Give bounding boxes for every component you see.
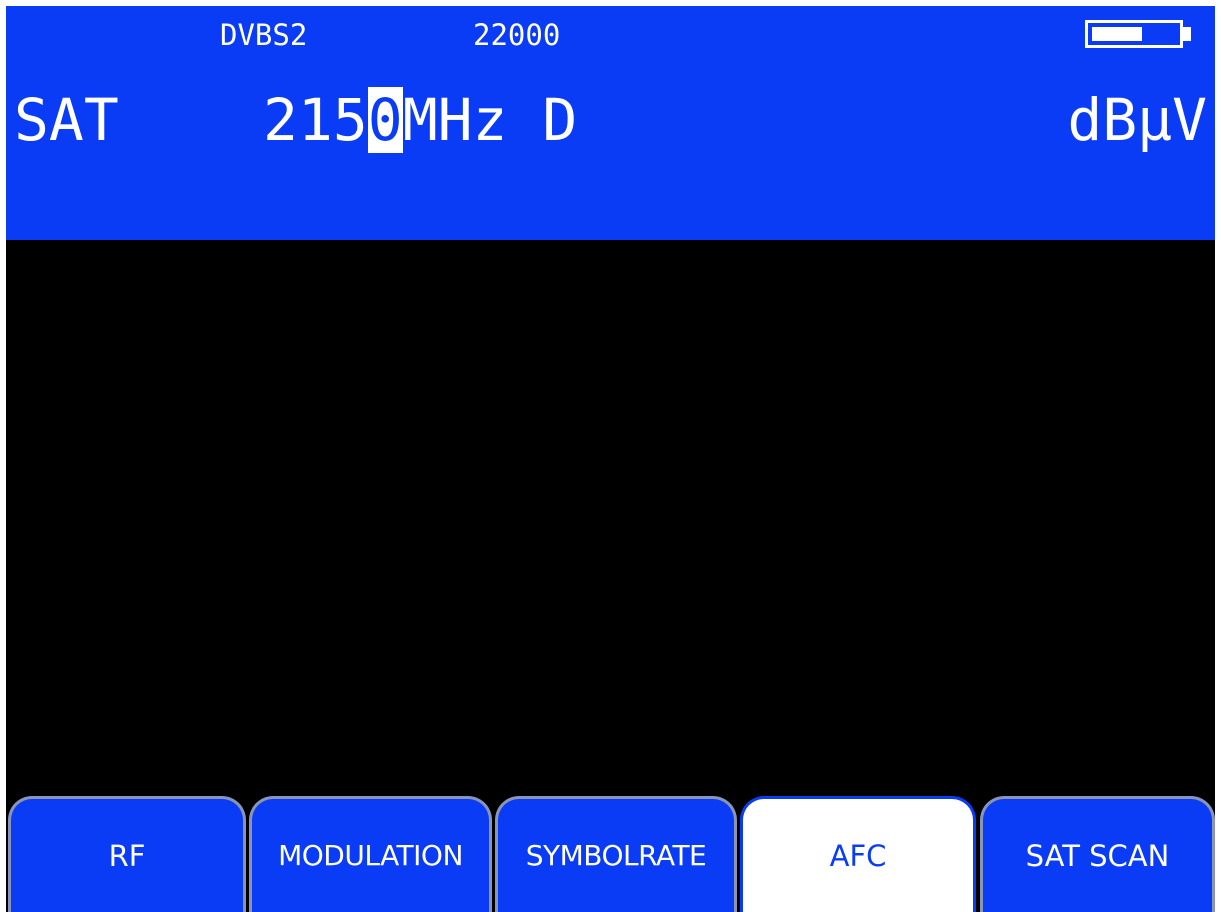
battery-terminal	[1183, 27, 1191, 41]
softkey-modulation-button[interactable]: MODULATION	[249, 796, 492, 912]
frequency-display[interactable]: 2150MHz D	[263, 84, 577, 156]
frequency-suffix: MHz D	[402, 86, 578, 154]
level-unit-label: dBµV	[1067, 86, 1207, 154]
symbol-rate-label: 22000	[473, 18, 561, 52]
battery-icon	[1085, 20, 1195, 48]
softkey-sat-scan-button[interactable]: SAT SCAN	[980, 796, 1215, 912]
softkey-symbolrate-button[interactable]: SYMBOLRATE	[495, 796, 737, 912]
battery-level-fill	[1092, 27, 1142, 41]
frequency-cursor-digit[interactable]: 0	[367, 87, 403, 153]
analyzer-screen: DVBS2 22000 SAT 2150MHz D dBµV RF MODULA…	[0, 0, 1221, 912]
status-header: DVBS2 22000 SAT 2150MHz D dBµV	[6, 6, 1215, 240]
softkey-rf-button[interactable]: RF	[8, 796, 246, 912]
softkey-afc-button[interactable]: AFC	[740, 796, 976, 912]
modulation-label: DVBS2	[220, 18, 308, 52]
band-label: SAT	[14, 86, 119, 154]
frequency-prefix: 215	[263, 86, 368, 154]
